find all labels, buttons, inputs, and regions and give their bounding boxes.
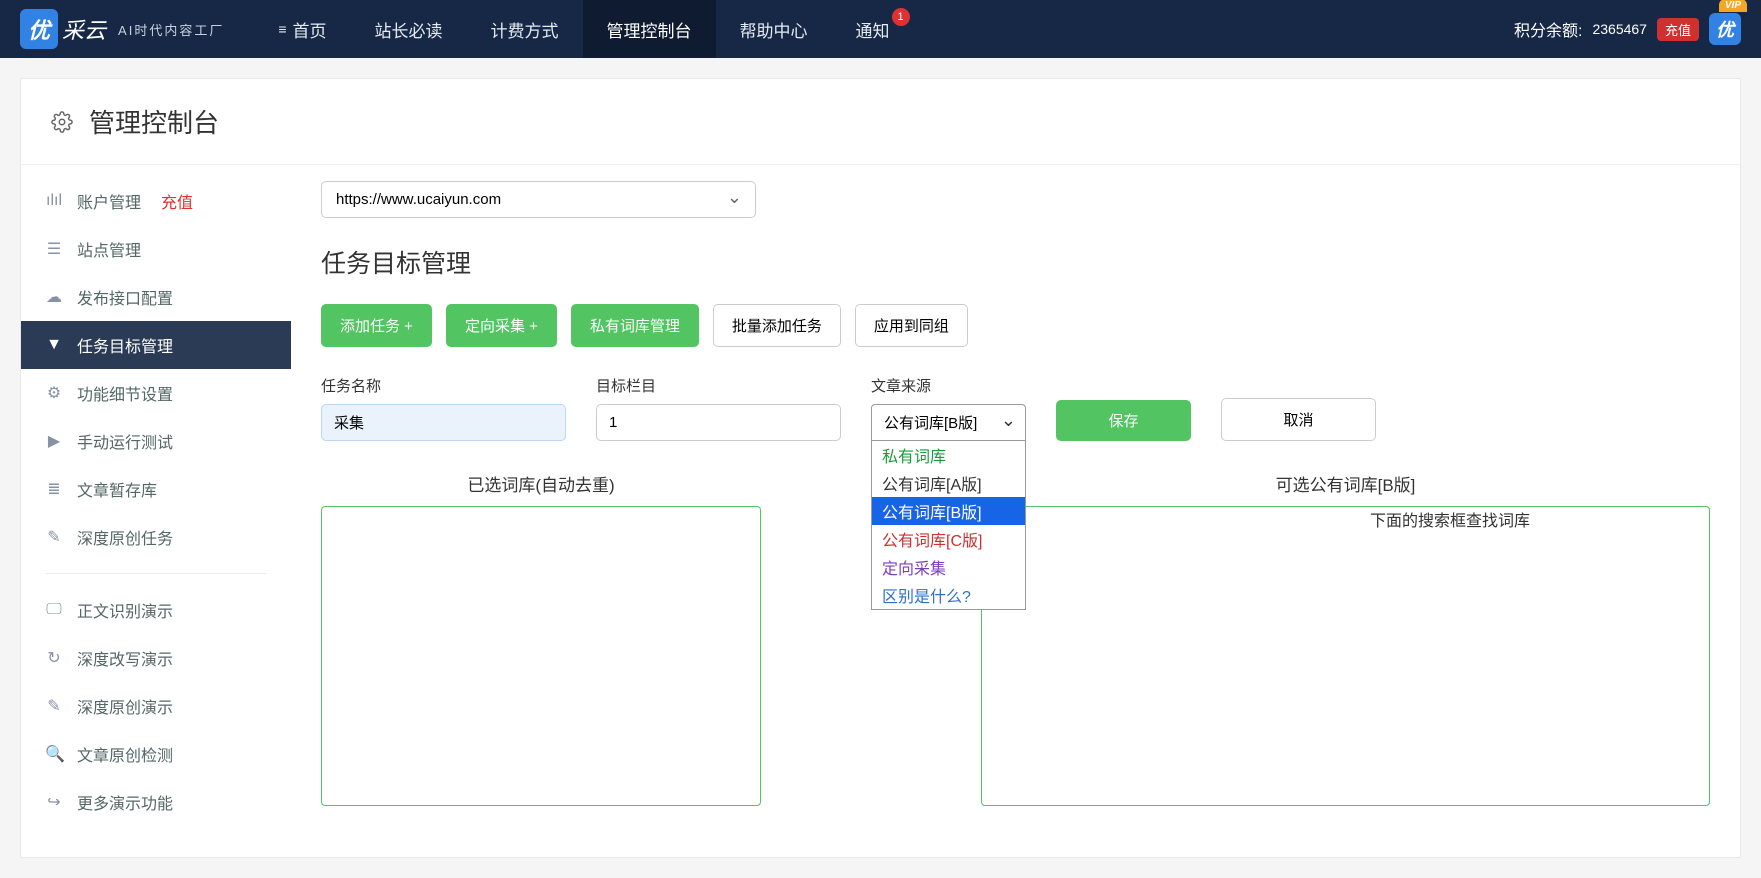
logo-icon: 优: [20, 9, 58, 49]
private-lib-button[interactable]: 私有词库管理: [571, 304, 699, 347]
dd-opt-public-c[interactable]: 公有词库[C版]: [872, 525, 1025, 553]
section-title: 任务目标管理: [321, 244, 1710, 280]
page-body: 管理控制台 ılıl账户管理充值 ☰站点管理 ☁发布接口配置 ▼任务目标管理 ⚙…: [20, 78, 1741, 858]
play-icon: ▶: [45, 431, 63, 451]
gear-icon: [51, 111, 73, 133]
vip-badge: VIP: [1719, 0, 1747, 12]
selected-panel: 已选词库(自动去重): [321, 471, 761, 806]
sidebar-item-more[interactable]: ↪更多演示功能: [21, 778, 291, 826]
sidebar-item-settings[interactable]: ⚙功能细节设置: [21, 369, 291, 417]
search-icon: 🔍: [45, 744, 63, 764]
selected-list[interactable]: [321, 506, 761, 806]
sidebar-item-account[interactable]: ılıl账户管理充值: [21, 177, 291, 225]
save-button[interactable]: 保存: [1056, 400, 1191, 441]
logo-subtitle: AI时代内容工厂: [118, 20, 224, 39]
stack-icon: ≣: [45, 479, 63, 499]
cloud-icon: ☁: [45, 287, 63, 307]
dd-opt-directed[interactable]: 定向采集: [872, 553, 1025, 581]
action-row: 添加任务 + 定向采集 + 私有词库管理 批量添加任务 应用到同组: [321, 304, 1710, 347]
nav-console[interactable]: 管理控制台: [583, 0, 716, 58]
nav-right: 积分余额: 2365467 充值 VIP 优: [1514, 13, 1741, 45]
sidebar-item-rewrite[interactable]: ↻深度改写演示: [21, 634, 291, 682]
recharge-link[interactable]: 充值: [161, 189, 193, 213]
refresh-icon: ↻: [45, 648, 63, 668]
source-select-wrap: 私有词库 公有词库[A版] 公有词库[B版] 公有词库[C版] 定向采集 区别是…: [871, 404, 1026, 441]
sidebar-divider: [45, 573, 267, 574]
task-name-label: 任务名称: [321, 375, 566, 396]
list-icon: ☰: [45, 239, 63, 259]
add-task-button[interactable]: 添加任务 +: [321, 304, 432, 347]
share-icon: ↪: [45, 792, 63, 812]
target-col: 目标栏目: [596, 375, 841, 441]
nav-help[interactable]: 帮助中心: [716, 0, 832, 58]
sidebar-item-storage[interactable]: ≣文章暂存库: [21, 465, 291, 513]
sidebar-item-detect[interactable]: 🖵正文识别演示: [21, 586, 291, 634]
nav-pricing[interactable]: 计费方式: [467, 0, 583, 58]
sidebar: ılıl账户管理充值 ☰站点管理 ☁发布接口配置 ▼任务目标管理 ⚙功能细节设置…: [21, 165, 291, 838]
top-navbar: 优 采云 AI时代内容工厂 ≡首页 站长必读 计费方式 管理控制台 帮助中心 通…: [0, 0, 1761, 58]
selected-title: 已选词库(自动去重): [321, 471, 761, 496]
target-col-label: 目标栏目: [596, 375, 841, 396]
cancel-col: 取消: [1221, 375, 1376, 441]
dd-opt-public-a[interactable]: 公有词库[A版]: [872, 469, 1025, 497]
task-name-col: 任务名称: [321, 375, 566, 441]
main-area: https://www.ucaiyun.com 任务目标管理 添加任务 + 定向…: [291, 165, 1740, 838]
target-col-input[interactable]: [596, 404, 841, 441]
dd-opt-whatdiff[interactable]: 区别是什么?: [872, 581, 1025, 609]
sidebar-item-tasks[interactable]: ▼任务目标管理: [21, 321, 291, 369]
site-select-wrap: https://www.ucaiyun.com: [321, 181, 756, 218]
monitor-icon: 🖵: [45, 601, 63, 619]
apply-group-button[interactable]: 应用到同组: [855, 304, 968, 347]
dd-opt-private[interactable]: 私有词库: [872, 441, 1025, 469]
list-icon: ≡: [278, 21, 286, 37]
source-label: 文章来源: [871, 375, 1026, 396]
points-value: 2365467: [1592, 21, 1647, 37]
logo-text: 采云: [62, 13, 106, 45]
edit-icon: ✎: [45, 696, 63, 716]
directed-collect-button[interactable]: 定向采集 +: [446, 304, 557, 347]
page-header: 管理控制台: [21, 79, 1740, 165]
recharge-button[interactable]: 充值: [1657, 18, 1699, 41]
page-title: 管理控制台: [89, 103, 219, 140]
dd-opt-public-b[interactable]: 公有词库[B版]: [872, 497, 1025, 525]
points-label: 积分余额:: [1514, 17, 1582, 41]
available-panel: 可选公有词库[B版] 下面的搜索框查找词库: [981, 471, 1710, 806]
avatar[interactable]: VIP 优: [1709, 13, 1741, 45]
content-wrap: ılıl账户管理充值 ☰站点管理 ☁发布接口配置 ▼任务目标管理 ⚙功能细节设置…: [21, 165, 1740, 838]
available-list[interactable]: [981, 506, 1710, 806]
logo-area[interactable]: 优 采云 AI时代内容工厂: [20, 9, 224, 49]
search-hint: 下面的搜索框查找词库: [1370, 505, 1530, 531]
cancel-button[interactable]: 取消: [1221, 398, 1376, 441]
site-select[interactable]: https://www.ucaiyun.com: [321, 181, 756, 218]
available-title: 可选公有词库[B版]: [981, 471, 1710, 496]
gears-icon: ⚙: [45, 383, 63, 403]
task-name-input[interactable]: [321, 404, 566, 441]
notify-badge: 1: [892, 8, 910, 26]
sidebar-item-test[interactable]: ▶手动运行测试: [21, 417, 291, 465]
nav-must-read[interactable]: 站长必读: [351, 0, 467, 58]
sidebar-item-sites[interactable]: ☰站点管理: [21, 225, 291, 273]
source-dropdown: 私有词库 公有词库[A版] 公有词库[B版] 公有词库[C版] 定向采集 区别是…: [871, 441, 1026, 610]
nav-home[interactable]: ≡首页: [254, 0, 350, 58]
sidebar-item-original[interactable]: ✎深度原创任务: [21, 513, 291, 561]
chart-icon: ılıl: [45, 192, 63, 210]
nav-notify[interactable]: 通知1: [832, 0, 914, 58]
source-col: 文章来源 私有词库 公有词库[A版] 公有词库[B版] 公有词库[C版] 定向采…: [871, 375, 1026, 441]
sidebar-item-publish[interactable]: ☁发布接口配置: [21, 273, 291, 321]
bulk-add-button[interactable]: 批量添加任务: [713, 304, 841, 347]
nav-items: ≡首页 站长必读 计费方式 管理控制台 帮助中心 通知1: [254, 0, 913, 58]
edit-icon: ✎: [45, 527, 63, 547]
sidebar-item-check[interactable]: 🔍文章原创检测: [21, 730, 291, 778]
sidebar-item-original-demo[interactable]: ✎深度原创演示: [21, 682, 291, 730]
source-select[interactable]: [871, 404, 1026, 441]
form-row: 任务名称 目标栏目 文章来源 私有词库 公有词库[A版] 公有词库[B版]: [321, 375, 1710, 441]
save-col: 保存: [1056, 375, 1191, 441]
filter-icon: ▼: [45, 336, 63, 354]
